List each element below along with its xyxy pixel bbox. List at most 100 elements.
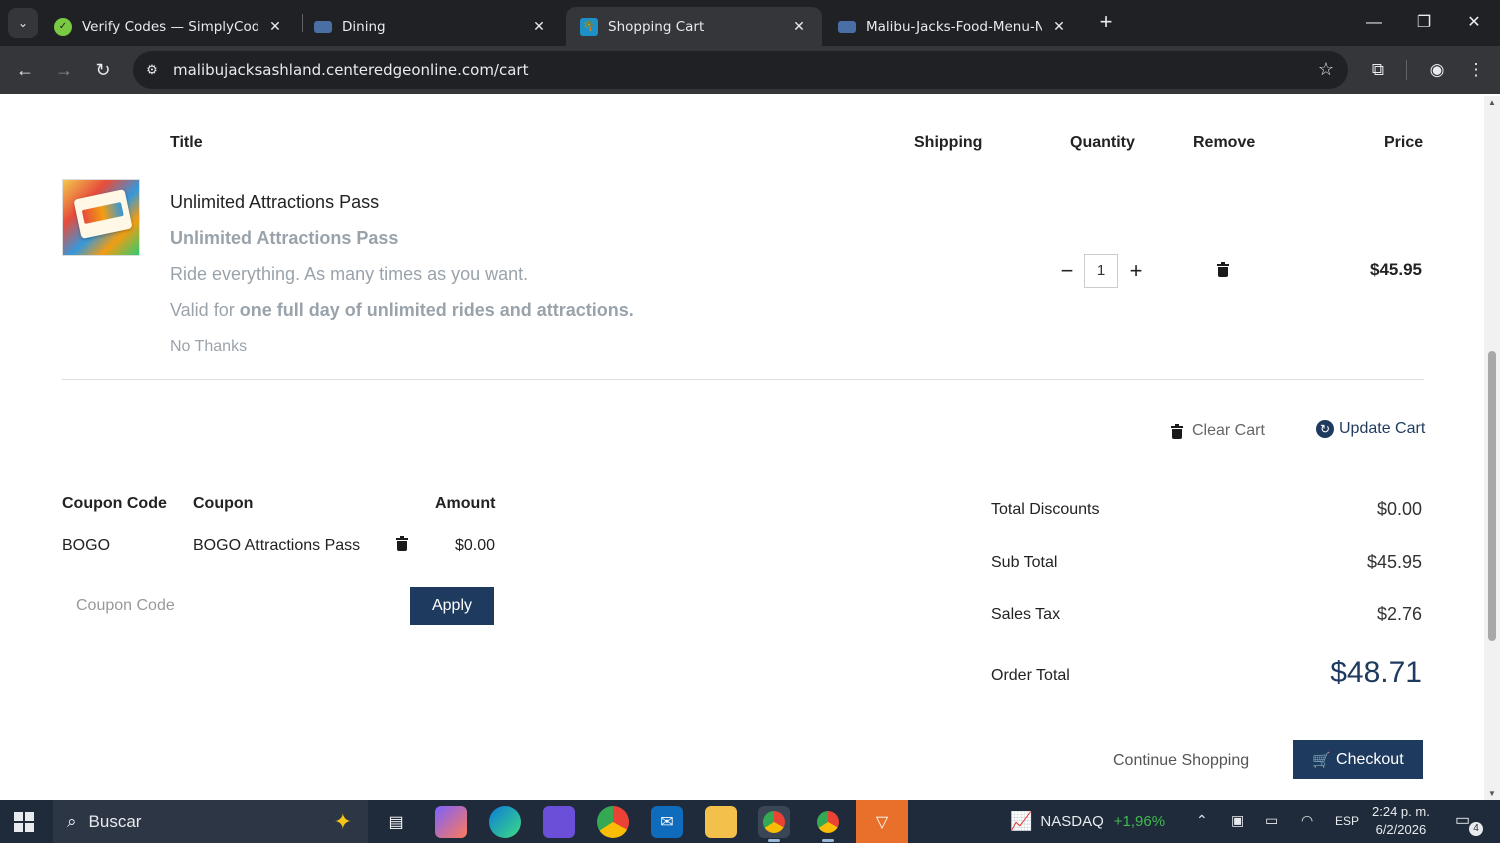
taskbar-search-label: Buscar	[88, 811, 142, 831]
chrome-icon[interactable]	[597, 806, 629, 838]
windows-start-icon[interactable]	[14, 812, 34, 832]
wifi-icon[interactable]: ◠	[1301, 812, 1313, 829]
item-description: Ride everything. As many times as you wa…	[170, 264, 529, 284]
tab-verify-codes[interactable]: ✓ Verify Codes — SimplyCodes ✕	[40, 7, 298, 46]
page-scrollbar[interactable]: ▲ ▼	[1484, 96, 1500, 800]
item-name[interactable]: Unlimited Attractions Pass	[170, 192, 379, 213]
sales-tax-label: Sales Tax	[991, 606, 1061, 623]
meet-icon[interactable]: ▣	[1231, 812, 1244, 829]
validity-bold: one full day of unlimited rides and attr…	[239, 300, 634, 320]
address-bar[interactable]: ⚙ malibujacksashland.centeredgeonline.co…	[133, 51, 1348, 89]
continue-shopping-link[interactable]: Continue Shopping	[1113, 752, 1249, 770]
ticker-change: +1,96%	[1113, 813, 1166, 830]
item-validity: Valid for one full day of unlimited ride…	[170, 300, 634, 321]
copilot-app-icon[interactable]	[435, 806, 467, 838]
header-remove: Remove	[1193, 134, 1256, 151]
amount-header: Amount	[435, 495, 496, 512]
reload-icon[interactable]: ↻	[89, 56, 117, 84]
quantity-input[interactable]: 1	[1084, 254, 1118, 288]
taskbar-search-box[interactable]: ⌕ Buscar ✦	[53, 800, 368, 843]
divider	[62, 379, 1424, 380]
tab-title: Malibu-Jacks-Food-Menu-No-F	[866, 18, 1042, 35]
update-cart-button[interactable]: ↻ Update Cart	[1316, 420, 1425, 438]
total-discounts-label: Total Discounts	[991, 501, 1100, 518]
media-app-icon[interactable]	[543, 806, 575, 838]
file-explorer-icon[interactable]	[705, 806, 737, 838]
tab-search-dropdown-icon[interactable]: ⌄	[8, 8, 38, 38]
forward-icon[interactable]: →	[50, 56, 78, 84]
task-view-icon[interactable]: ▤	[380, 806, 412, 838]
order-total-value: $48.71	[1330, 656, 1422, 689]
close-icon[interactable]: ✕	[790, 19, 808, 35]
subtotal-value: $45.95	[1366, 552, 1422, 572]
close-icon[interactable]: ✕	[266, 19, 284, 35]
sales-tax-value: $2.76	[1376, 604, 1422, 624]
browser-tab-bar: ⌄ ✓ Verify Codes — SimplyCodes ✕ Dining …	[0, 0, 1500, 46]
refresh-icon: ↻	[1316, 420, 1334, 438]
site-logo-icon	[314, 20, 332, 33]
back-icon[interactable]: ←	[11, 56, 39, 84]
windows-taskbar: ⌕ Buscar ✦ ▤ ✉ ▽ 📈 NASDAQ +1,96% ⌃ ▣ ▭ ◠…	[0, 800, 1500, 843]
tab-food-menu[interactable]: Malibu-Jacks-Food-Menu-No-F ✕	[824, 7, 1082, 46]
clear-cart-button[interactable]: Clear Cart	[1171, 422, 1265, 440]
scrollbar-thumb[interactable]	[1488, 351, 1496, 641]
url-text[interactable]: malibujacksashland.centeredgeonline.com/…	[173, 61, 528, 79]
restore-icon[interactable]: ❐	[1409, 8, 1439, 38]
header-quantity: Quantity	[1070, 134, 1135, 151]
checkout-label: Checkout	[1336, 750, 1404, 768]
browser-toolbar: ← → ↻ ⚙ malibujacksashland.centeredgeonl…	[0, 46, 1500, 94]
profile-icon[interactable]: ◉	[1423, 56, 1451, 84]
remove-item-trash-icon[interactable]	[1217, 262, 1229, 277]
language-indicator[interactable]: ESP	[1335, 814, 1359, 828]
copilot-sparkle-icon[interactable]: ✦	[334, 809, 352, 835]
stock-ticker-widget[interactable]: 📈 NASDAQ +1,96%	[1010, 811, 1165, 832]
product-thumbnail[interactable]	[62, 179, 140, 256]
cart-icon: 🛒	[1312, 751, 1332, 769]
header-shipping: Shipping	[914, 134, 983, 151]
search-icon: ⌕	[67, 811, 77, 831]
update-cart-label: Update Cart	[1339, 420, 1426, 437]
close-icon[interactable]: ✕	[1050, 19, 1068, 35]
tab-title: Verify Codes — SimplyCodes	[82, 18, 258, 35]
show-hidden-icons-chevron-icon[interactable]: ⌃	[1196, 812, 1208, 829]
system-clock[interactable]: 2:24 p. m. 6/2/2026	[1372, 803, 1430, 839]
scroll-down-arrow-icon[interactable]: ▼	[1487, 789, 1497, 798]
chrome-profile-icon[interactable]	[758, 806, 790, 842]
quantity-decrease-button[interactable]: −	[1058, 258, 1076, 284]
tab-shopping-cart[interactable]: 🌴 Shopping Cart ✕	[566, 7, 822, 46]
palm-tree-icon: 🌴	[580, 17, 598, 36]
order-total-label: Order Total	[991, 667, 1070, 684]
item-subtitle: Unlimited Attractions Pass	[170, 228, 399, 248]
bookmark-star-icon[interactable]: ☆	[1318, 59, 1334, 80]
remove-coupon-trash-icon[interactable]	[396, 536, 408, 551]
check-circle-icon: ✓	[54, 17, 72, 36]
apply-coupon-button[interactable]: Apply	[410, 587, 494, 625]
checkout-button[interactable]: 🛒 Checkout	[1293, 740, 1423, 779]
tab-title: Shopping Cart	[608, 18, 705, 35]
minimize-icon[interactable]: —	[1359, 8, 1389, 38]
trash-icon	[1171, 423, 1183, 439]
scroll-up-arrow-icon[interactable]: ▲	[1487, 98, 1497, 107]
quantity-increase-button[interactable]: +	[1127, 258, 1145, 284]
new-tab-button[interactable]: +	[1094, 10, 1118, 34]
no-thanks-link[interactable]: No Thanks	[170, 338, 247, 356]
vpn-app-icon[interactable]: ▽	[856, 800, 908, 843]
close-icon[interactable]: ✕	[530, 19, 548, 35]
coupon-name-value: BOGO Attractions Pass	[193, 537, 361, 554]
battery-icon[interactable]: ▭	[1265, 812, 1278, 829]
validity-prefix: Valid for	[170, 300, 240, 320]
tab-dining[interactable]: Dining ✕	[300, 7, 562, 46]
stock-chart-icon: 📈	[1010, 811, 1033, 831]
site-info-icon[interactable]: ⚙	[143, 61, 161, 79]
notification-icon[interactable]: ▭ 4	[1455, 810, 1483, 836]
extensions-icon[interactable]: ⧉	[1364, 56, 1392, 84]
coupon-code-value: BOGO	[62, 537, 111, 554]
coupon-code-input[interactable]	[62, 587, 392, 625]
close-window-icon[interactable]: ✕	[1459, 8, 1489, 38]
edge-browser-icon[interactable]	[489, 806, 521, 838]
notification-badge: 4	[1469, 822, 1483, 836]
outlook-icon[interactable]: ✉	[651, 806, 683, 838]
menu-kebab-icon[interactable]: ⋮	[1462, 56, 1490, 84]
chrome-profile-2-icon[interactable]	[812, 806, 844, 842]
clear-cart-label: Clear Cart	[1192, 422, 1265, 439]
